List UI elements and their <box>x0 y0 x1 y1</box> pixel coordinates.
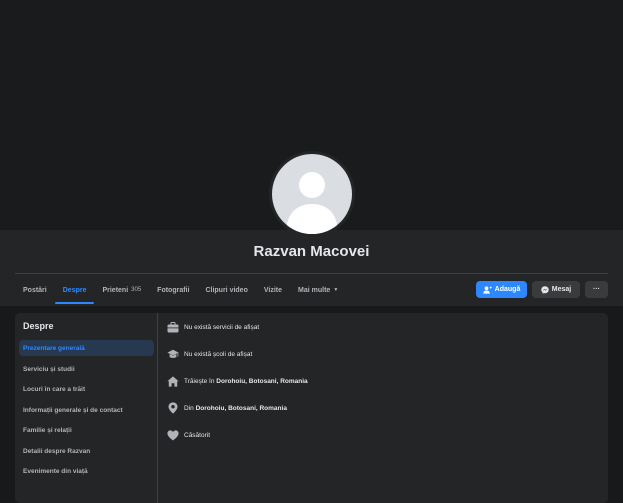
tab-more[interactable]: Mai multe ▼ <box>290 276 346 304</box>
hometown-place-link[interactable]: Dorohoiu, Botosani, Romania <box>196 405 287 412</box>
profile-actions: Adaugă Mesaj ··· <box>476 281 608 298</box>
about-sidebar: Despre Prezentare generală Serviciu și s… <box>15 313 158 503</box>
add-friend-button[interactable]: Adaugă <box>476 281 527 298</box>
home-icon <box>166 375 179 388</box>
relationship-text: Căsătorit <box>184 431 211 439</box>
sidebar-item-family-relationships[interactable]: Familie și relații <box>19 422 154 438</box>
tab-posts[interactable]: Postări <box>15 276 55 304</box>
ellipsis-icon: ··· <box>593 286 600 293</box>
tab-photos[interactable]: Fotografii <box>149 276 197 304</box>
sidebar-item-overview[interactable]: Prezentare generală <box>19 340 154 356</box>
relationship-row: Căsătorit <box>166 427 210 443</box>
profile-name: Razvan Macovei <box>253 243 370 260</box>
more-options-button[interactable]: ··· <box>585 281 608 298</box>
tab-friends[interactable]: Prieteni 305 <box>94 276 149 304</box>
hometown-row: Din Dorohoiu, Botosani, Romania <box>166 400 287 416</box>
location-pin-icon <box>166 402 179 415</box>
profile-avatar[interactable] <box>269 151 355 237</box>
education-row: Nu există școli de afișat <box>166 346 252 362</box>
tab-label: Fotografii <box>157 286 190 294</box>
sidebar-item-details[interactable]: Detalii despre Razvan <box>19 443 154 459</box>
add-friend-icon <box>482 285 492 294</box>
graduation-cap-icon <box>166 348 179 361</box>
messenger-icon <box>541 285 549 294</box>
tab-label: Despre <box>62 286 87 294</box>
tab-label: Clipuri video <box>205 286 248 294</box>
sidebar-item-places-lived[interactable]: Locuri în care a trăit <box>19 381 154 397</box>
about-card: Despre Prezentare generală Serviciu și s… <box>15 313 608 503</box>
sidebar-item-life-events[interactable]: Evenimente din viață <box>19 463 154 479</box>
tab-about[interactable]: Despre <box>54 276 95 304</box>
lives-in-row: Trăiește în Dorohoiu, Botosani, Romania <box>166 373 308 389</box>
tab-check-ins[interactable]: Vizite <box>256 276 290 304</box>
about-title: Despre <box>23 321 54 331</box>
work-text: Nu există servicii de afișat <box>184 323 260 331</box>
header-divider <box>15 273 608 274</box>
tab-label: Mai multe <box>298 286 331 294</box>
add-friend-label: Adaugă <box>494 286 521 293</box>
work-row: Nu există servicii de afișat <box>166 319 259 335</box>
default-avatar-icon <box>272 154 352 234</box>
sidebar-item-contact-info[interactable]: Informații generale și de contact <box>19 402 154 418</box>
lives-in-prefix: Trăiește în <box>184 377 215 385</box>
briefcase-icon <box>166 321 179 334</box>
profile-tabs: Postări Despre Prieteni 305 Fotografii Cl… <box>15 276 346 304</box>
chevron-down-icon: ▼ <box>333 287 339 293</box>
tab-label: Prieteni <box>102 286 129 294</box>
friends-count: 305 <box>131 287 142 293</box>
message-label: Mesaj <box>551 286 572 293</box>
tab-videos[interactable]: Clipuri video <box>197 276 255 304</box>
sidebar-item-work-education[interactable]: Serviciu și studii <box>19 361 154 377</box>
tab-label: Postări <box>23 286 47 294</box>
heart-icon <box>166 429 179 442</box>
education-text: Nu există școli de afișat <box>184 350 253 358</box>
tab-label: Vizite <box>263 286 283 294</box>
hometown-prefix: Din <box>184 404 194 412</box>
lives-in-place-link[interactable]: Dorohoiu, Botosani, Romania <box>216 378 307 385</box>
message-button[interactable]: Mesaj <box>532 281 580 298</box>
